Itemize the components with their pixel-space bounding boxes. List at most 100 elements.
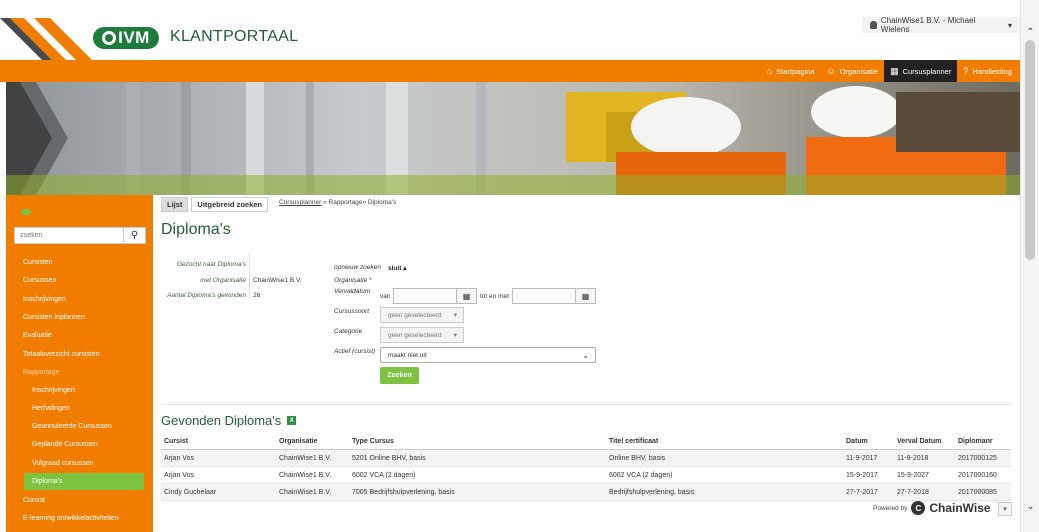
table-cell: Cindy Guchelaar: [164, 489, 217, 496]
scroll-up-icon[interactable]: ⌃: [1021, 26, 1039, 38]
category-select[interactable]: geen geselecteerd ▾: [380, 327, 464, 343]
sidebar-item-cursisten[interactable]: Cursisten: [6, 254, 153, 271]
sidebar-toggle[interactable]: [21, 209, 31, 215]
nav-startpagina[interactable]: ⌂ Startpagina: [761, 60, 821, 82]
column-header[interactable]: Verval Datum: [897, 433, 941, 450]
sidebar-item-evaluatie[interactable]: Evaluatie: [6, 327, 153, 344]
sidebar-item-rapportage[interactable]: Rapportage: [6, 364, 153, 381]
sidebar-subitem-diplomas[interactable]: Diploma's: [24, 473, 144, 490]
header-banner-image: [6, 82, 1020, 195]
sidebar-subitem-vulgraad-cursussen[interactable]: Vulgraad cursussen: [6, 455, 153, 472]
date-from-input[interactable]: [393, 288, 457, 304]
table-cell: 11-9-2018: [897, 455, 929, 462]
sidebar-item-label: Totaaloverzicht cursisten: [23, 351, 100, 358]
powered-by-label: Powered by: [873, 504, 908, 512]
nav-label: Handleiding: [972, 66, 1012, 76]
scrollbar[interactable]: ⌃ ⌄: [1020, 0, 1039, 532]
help-icon: ?: [963, 66, 969, 76]
category-value: geen geselecteerd: [388, 331, 442, 339]
calendar-icon: ▦: [462, 291, 471, 301]
search-input[interactable]: [15, 228, 123, 243]
table-row[interactable]: Arjan Vos ChainWise1 B.V. 5201 Online BH…: [161, 450, 1011, 467]
sidebar-item-cursist[interactable]: Cursist: [6, 492, 153, 509]
org-label: Organisatie *: [334, 277, 372, 284]
tab-uitgebreid-zoeken[interactable]: Uitgebreid zoeken: [191, 197, 269, 212]
chainwise-brand[interactable]: ChainWise: [929, 501, 990, 515]
sidebar-subitem-inschrijvingen[interactable]: Inschrijvingen: [6, 382, 153, 399]
active-value: maakt niet uit: [388, 351, 427, 359]
column-header[interactable]: Diplomanr: [958, 433, 993, 450]
results-title: Gevonden Diploma's: [161, 413, 282, 428]
column-header[interactable]: Titel certificaat: [609, 433, 658, 450]
nav-organisatie[interactable]: ☺ Organisatie: [821, 60, 885, 82]
breadcrumb-link[interactable]: Cursusplanner: [279, 199, 321, 206]
from-label: van: [380, 293, 391, 300]
user-icon: [870, 21, 877, 29]
nav-label: Startpagina: [776, 66, 815, 76]
nav-cursusplanner[interactable]: ▦ Cursusplanner: [884, 60, 958, 82]
section-divider: [161, 404, 1011, 405]
course-type-label: Cursussoort: [334, 308, 370, 315]
top-header: IVM KLANTPORTAAL ChainWise1 B.V. - Micha…: [0, 0, 1020, 60]
table-header-row: Cursist Organisatie Type Cursus Titel ce…: [161, 433, 1011, 450]
chevron-down-icon: ⌄: [582, 350, 589, 360]
active-select[interactable]: maakt niet uit ⌄: [380, 347, 596, 363]
nav-handleiding[interactable]: ? Handleiding: [957, 60, 1018, 82]
table-cell: 6002 VCA (2 dagen): [352, 472, 416, 479]
sidebar-item-label: Vulgraad cursussen: [32, 460, 94, 467]
view-tabs: Lijst Uitgebreid zoeken: [161, 197, 269, 212]
breadcrumb: Cursusplanner » Rapportage» Diploma's: [279, 199, 396, 206]
caret-down-icon: ▾: [1007, 20, 1012, 30]
page-title: Diploma's: [161, 221, 231, 238]
date-from-calendar-button[interactable]: ▦: [457, 288, 477, 304]
sidebar-item-e-learning[interactable]: E-learning ontwikkelactiviteiten: [6, 510, 153, 527]
sidebar-subitem-geplande-cursussen[interactable]: Geplande Cursussen: [6, 436, 153, 453]
close-search-toggle[interactable]: sluit ▴: [388, 264, 406, 272]
ivm-logo[interactable]: IVM: [93, 27, 159, 49]
active-label: Actief (cursist): [334, 348, 376, 355]
home-icon: ⌂: [766, 66, 773, 76]
sidebar-item-label: Geannuleerde Cursussen: [32, 423, 112, 430]
date-to-input[interactable]: [512, 288, 576, 304]
tab-lijst[interactable]: Lijst: [161, 197, 189, 212]
column-header[interactable]: Type Cursus: [352, 433, 394, 450]
category-label: Categorie: [334, 328, 363, 335]
search-submit-button[interactable]: Zoeken: [380, 367, 419, 384]
caret-down-icon: ▾: [453, 332, 457, 339]
user-menu[interactable]: ChainWise1 B.V. - Michael Wielens ▾: [862, 16, 1020, 34]
main-navbar: ⌂ Startpagina ☺ Organisatie ▦ Cursusplanner…: [0, 60, 1020, 82]
sidebar-item-label: Diploma's: [32, 478, 63, 485]
sidebar-item-inschrijvingen[interactable]: Inschrijvingen: [6, 291, 153, 308]
sidebar-item-cursisten-inplannen[interactable]: Cursisten inplannen: [6, 309, 153, 326]
table-row[interactable]: Cindy Guchelaar ChainWise1 B.V. 7005 Bed…: [161, 484, 1011, 501]
nav-items: ⌂ Startpagina ☺ Organisatie ▦ Cursusplanner…: [761, 60, 1018, 82]
sidebar-item-cursussen[interactable]: Cursussen: [6, 272, 153, 289]
results-heading: Gevonden Diploma's X: [161, 413, 297, 428]
user-name: ChainWise1 B.V. - Michael Wielens: [880, 16, 976, 34]
column-header[interactable]: Cursist: [164, 433, 188, 450]
sidebar-item-label: Cursist: [23, 497, 45, 504]
sidebar-item-label: Inschrijvingen: [23, 296, 66, 303]
sidebar-item-label: E-learning ontwikkelactiviteiten: [23, 515, 119, 522]
sidebar-item-label: Cursisten inplannen: [23, 314, 85, 321]
sidebar-item-totaaloverzicht[interactable]: Totaaloverzicht cursisten: [6, 346, 153, 363]
search-button[interactable]: ⚲: [123, 228, 145, 243]
footer-toggle-button[interactable]: ▾: [998, 502, 1012, 516]
table-cell: 15-9-2027: [897, 472, 929, 479]
table-cell: 5201 Online BHV, basis: [352, 455, 426, 462]
excel-export-icon[interactable]: X: [287, 416, 297, 425]
sidebar-subitem-geannuleerde-cursussen[interactable]: Geannuleerde Cursussen: [6, 418, 153, 435]
sidebar-subitem-herhalingen[interactable]: Herhalingen: [6, 400, 153, 417]
sidebar-item-label: Inschrijvingen: [32, 387, 75, 394]
course-type-select[interactable]: geen geselecteerd ▾: [380, 307, 464, 323]
scroll-down-icon[interactable]: ⌄: [1021, 500, 1039, 512]
sidebar-item-label: Cursussen: [23, 277, 57, 284]
scrollbar-thumb[interactable]: [1025, 40, 1035, 260]
table-row[interactable]: Arjan Vos ChainWise1 B.V. 6002 VCA (2 da…: [161, 467, 1011, 484]
column-header[interactable]: Datum: [846, 433, 868, 450]
caret-down-icon: ▾: [453, 312, 457, 319]
date-to-calendar-button[interactable]: ▦: [576, 288, 596, 304]
column-header[interactable]: Organisatie: [279, 433, 318, 450]
app-root: IVM KLANTPORTAAL ChainWise1 B.V. - Micha…: [0, 0, 1039, 532]
sidebar-item-label: Cursisten: [23, 259, 53, 266]
